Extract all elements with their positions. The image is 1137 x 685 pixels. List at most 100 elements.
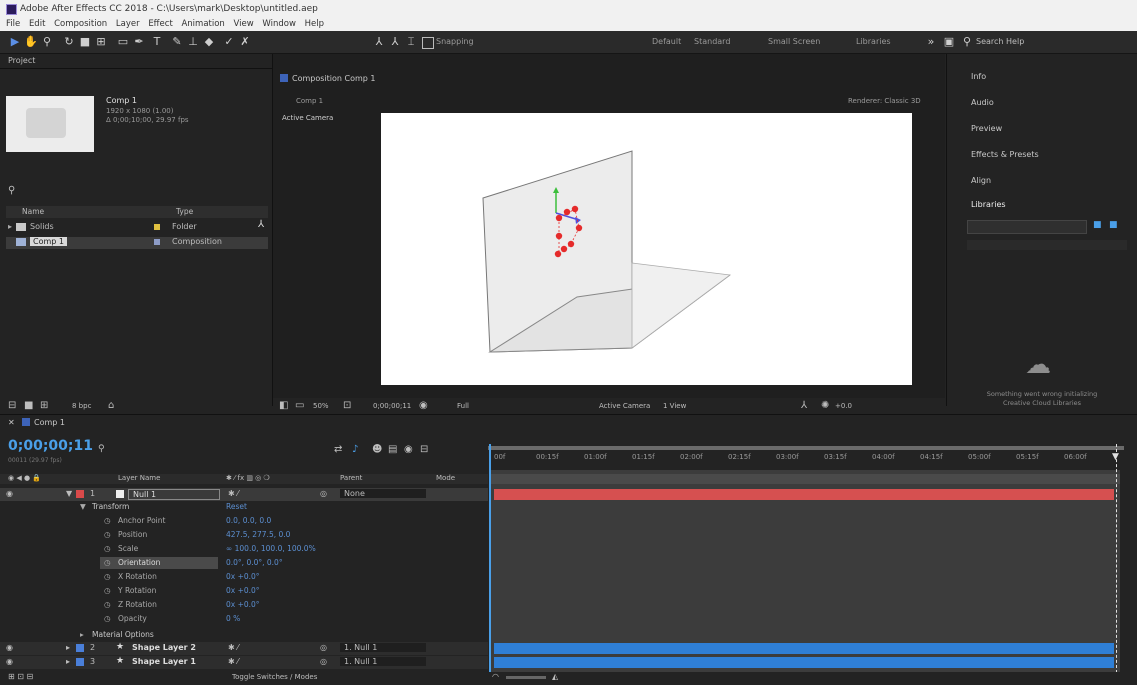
workspace-standard[interactable]: Standard [694, 37, 730, 46]
new-folder-icon[interactable]: ■ [24, 400, 33, 411]
stopwatch-icon[interactable]: ◷ [104, 600, 111, 609]
trash-icon[interactable]: ⌂ [108, 400, 114, 411]
draft-3d-icon[interactable]: ♪ [352, 444, 358, 455]
layer-name-column[interactable]: Layer Name [118, 474, 160, 482]
brush-tool-icon[interactable]: ✎ [170, 35, 184, 49]
layer-label-color[interactable] [76, 490, 84, 498]
world-axis-icon[interactable]: ⅄ [388, 35, 402, 49]
property-value[interactable]: 0x +0.0° [226, 600, 260, 609]
composition-canvas[interactable] [381, 113, 912, 385]
menu-help[interactable]: Help [305, 19, 324, 29]
zoom-out-icon[interactable]: ◠ [492, 672, 499, 681]
stopwatch-icon[interactable]: ◷ [104, 544, 111, 553]
panel-effects-presets[interactable]: Effects & Presets [971, 150, 1039, 159]
camera-tool-icon[interactable]: ■ [78, 35, 92, 49]
panel-libraries[interactable]: Libraries [971, 200, 1006, 209]
frame-blending-icon[interactable]: ▤ [388, 444, 397, 455]
snapshot-camera-icon[interactable]: ◉ [419, 400, 428, 411]
panel-audio[interactable]: Audio [971, 98, 994, 107]
exposure-value[interactable]: +0.0 [835, 402, 852, 410]
exposure-icon[interactable]: ✺ [821, 400, 829, 411]
material-options-chevron-icon[interactable]: ▸ [80, 630, 84, 639]
stopwatch-icon[interactable]: ◷ [104, 586, 111, 595]
menu-edit[interactable]: Edit [29, 19, 45, 29]
layer-name[interactable]: Shape Layer 1 [132, 657, 196, 666]
mask-tool-icon[interactable]: ▭ [116, 35, 130, 49]
hand-tool-icon[interactable]: ✋ [24, 35, 38, 49]
views-layout-dropdown[interactable]: 1 View [663, 402, 686, 410]
zoom-dropdown[interactable]: 50% [313, 402, 329, 410]
roto-brush-tool-icon[interactable]: ✓ [222, 35, 236, 49]
parent-pickwhip-icon[interactable]: ◎ [320, 643, 327, 652]
layer-switch-icon[interactable]: ✱ ⁄ [228, 643, 239, 652]
layer-row[interactable]: ◉ ▸ 2 ★ Shape Layer 2 ✱ ⁄ ◎ 1. Null 1 [0, 642, 488, 655]
flowchart-icon[interactable]: ⅄ [801, 400, 807, 411]
stopwatch-icon[interactable]: ◷ [104, 558, 111, 567]
menu-window[interactable]: Window [262, 19, 296, 29]
current-time-indicator[interactable] [489, 444, 491, 684]
hide-shy-layers-icon[interactable]: ☻ [372, 444, 382, 455]
pan-behind-tool-icon[interactable]: ⊞ [94, 35, 108, 49]
toggle-switches-modes[interactable]: Toggle Switches / Modes [232, 673, 317, 681]
menu-view[interactable]: View [234, 19, 254, 29]
pen-tool-icon[interactable]: ✒ [132, 35, 146, 49]
list-item[interactable]: ▸ Solids Folder [6, 222, 268, 234]
label-color-swatch[interactable] [154, 239, 160, 245]
transform-group-label[interactable]: Transform [92, 502, 129, 511]
work-area-bar[interactable] [488, 446, 1124, 450]
panel-info[interactable]: Info [971, 72, 986, 81]
layer-switches-pane-icon[interactable]: ⊞ ⊡ ⊟ [8, 672, 33, 681]
parent-column[interactable]: Parent [340, 474, 362, 482]
timeline-close-icon[interactable]: ✕ [8, 418, 15, 427]
zoom-tool-icon[interactable]: ⚲ [40, 35, 54, 49]
expand-chevron-icon[interactable]: ▸ [66, 657, 70, 666]
menu-effect[interactable]: Effect [148, 19, 172, 29]
panel-align[interactable]: Align [971, 176, 991, 185]
layer-switch-icon[interactable]: ✱ ⁄ [228, 657, 239, 666]
parent-dropdown[interactable]: 1. Null 1 [340, 657, 426, 666]
parent-pickwhip-icon[interactable]: ◎ [320, 657, 327, 666]
parent-dropdown[interactable]: None [340, 489, 426, 498]
composition-tab[interactable]: Composition Comp 1 [292, 74, 376, 83]
stopwatch-icon[interactable]: ◷ [104, 516, 111, 525]
rotate-tool-icon[interactable]: ↻ [62, 35, 76, 49]
eye-icon[interactable]: ◉ [6, 643, 13, 652]
project-col-type[interactable]: Type [176, 207, 193, 216]
stopwatch-icon[interactable]: ◷ [104, 530, 111, 539]
safe-zones-icon[interactable]: ⊡ [343, 400, 351, 411]
new-composition-icon[interactable]: ⊞ [40, 400, 48, 411]
monitor-icon[interactable]: ▭ [295, 400, 304, 411]
bit-depth-label[interactable]: 8 bpc [72, 402, 91, 410]
workspace-libraries[interactable]: Libraries [856, 37, 891, 46]
current-time-display[interactable]: 0;00;00;11 [8, 438, 93, 454]
eye-icon[interactable]: ◉ [6, 657, 13, 666]
work-area-end-marker[interactable] [1116, 444, 1118, 678]
layer-duration-bar-shape1[interactable] [494, 657, 1114, 668]
selection-tool-icon[interactable]: ▶ [8, 35, 22, 49]
av-features-icon[interactable]: ◉ ◀ ● 🔒 [8, 474, 41, 482]
mode-column[interactable]: Mode [436, 474, 455, 482]
parent-pickwhip-icon[interactable]: ◎ [320, 489, 327, 498]
switches-column-icon[interactable]: ✱ ⁄ fx ▥ ◎ ❍ [226, 474, 270, 482]
eye-icon[interactable]: ◉ [6, 489, 13, 498]
motion-blur-icon[interactable]: ◉ [404, 444, 413, 455]
material-options-label[interactable]: Material Options [92, 630, 154, 639]
property-value[interactable]: 0x +0.0° [226, 572, 260, 581]
interpret-footage-icon[interactable]: ⊟ [8, 400, 16, 411]
transform-chevron-icon[interactable]: ▼ [80, 502, 86, 511]
layer-label-color[interactable] [76, 658, 84, 666]
puppet-tool-icon[interactable]: ✗ [238, 35, 252, 49]
workspace-small-screen[interactable]: Small Screen [768, 37, 820, 46]
sync-settings-icon[interactable]: ▣ [942, 35, 956, 49]
always-preview-icon[interactable]: ◧ [279, 400, 288, 411]
resolution-dropdown[interactable]: Full [457, 402, 469, 410]
property-value[interactable]: 0 % [226, 614, 240, 623]
zoom-in-icon[interactable]: ◭ [552, 672, 558, 681]
expand-chevron-icon[interactable]: ▸ [66, 643, 70, 652]
search-help-input[interactable]: Search Help [976, 37, 1024, 46]
property-value[interactable]: 427.5, 277.5, 0.0 [226, 530, 290, 539]
eraser-tool-icon[interactable]: ◆ [202, 35, 216, 49]
property-value[interactable]: 0.0°, 0.0°, 0.0° [226, 558, 283, 567]
layer-name[interactable]: Null 1 [128, 489, 220, 500]
list-view-icon[interactable]: ■ [1109, 220, 1118, 230]
